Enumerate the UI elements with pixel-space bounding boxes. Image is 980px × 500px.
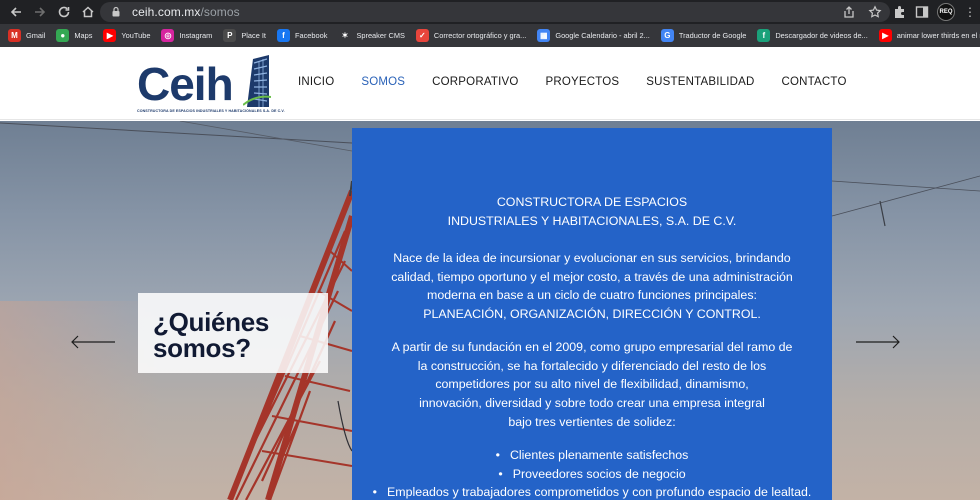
extensions-puzzle-icon[interactable] — [892, 4, 908, 20]
bookmark-item[interactable]: P Place It — [223, 24, 266, 47]
gmail-icon: M — [8, 29, 21, 42]
bookmark-label: Traductor de Google — [678, 31, 747, 40]
paragraph-line: bajo tres vertientes de solidez: — [508, 414, 676, 429]
paragraph-line: competidores por su alto nivel de flexib… — [435, 377, 749, 392]
downloader-icon: f — [757, 29, 771, 42]
side-panel-icon[interactable] — [914, 4, 930, 20]
bookmark-label: Descargador de videos de... — [775, 31, 868, 40]
site-header: Ceih CONSTRUCTORA DE ESPACIOS INDUSTRIAL… — [0, 47, 980, 120]
nav-item-somos[interactable]: SOMOS — [361, 76, 405, 88]
bookmark-item[interactable]: ✶ Spreaker CMS — [338, 24, 405, 47]
nav-item-contacto[interactable]: CONTACTO — [782, 76, 847, 88]
spreaker-icon: ✶ — [338, 29, 352, 42]
list-item: Clientes plenamente satisfechos — [352, 446, 832, 465]
logo-wordmark: Ceih — [137, 58, 234, 110]
home-button[interactable] — [76, 0, 100, 24]
share-icon[interactable] — [842, 5, 856, 19]
slider-next-arrow-icon[interactable] — [855, 335, 901, 349]
paragraph-line: moderna en base a un ciclo de cuatro fun… — [427, 288, 757, 303]
forward-button[interactable] — [28, 0, 52, 24]
maps-icon: ● — [56, 29, 70, 42]
instagram-icon: ◎ — [161, 29, 175, 42]
about-title: CONSTRUCTORA DE ESPACIOS INDUSTRIALES Y … — [447, 195, 737, 228]
placeit-icon: P — [223, 29, 237, 42]
paragraph-line: PLANEACIÓN, ORGANIZACIÓN, DIRECCIÓN Y CO… — [423, 307, 761, 322]
calendar-icon: ▦ — [537, 29, 551, 42]
bookmark-label: Gmail — [26, 31, 46, 40]
bookmark-item[interactable]: ◎ Instagram — [161, 24, 212, 47]
bookmark-item[interactable]: ▦ Google Calendario - abril 2... — [537, 24, 650, 47]
list-item: Empleados y trabajadores comprometidos y… — [352, 483, 832, 500]
nav-item-corporativo[interactable]: CORPORATIVO — [432, 76, 518, 88]
solidity-pillars-list: Clientes plenamente satisfechosProveedor… — [352, 446, 832, 500]
arrow-left-icon — [10, 7, 21, 17]
url-text: ceih.com.mx/somos — [132, 5, 240, 19]
paragraph-line: innovación, diversidad y sobre todo crea… — [419, 396, 765, 411]
bookmark-item[interactable]: M Gmail — [8, 24, 45, 47]
ceih-logo[interactable]: Ceih CONSTRUCTORA DE ESPACIOS INDUSTRIAL… — [137, 55, 285, 115]
building-tower-icon — [243, 55, 271, 107]
bookmark-label: animar lower thirds en el n... — [896, 31, 980, 40]
paragraph-line: A partir de su fundación en el 2009, com… — [391, 340, 793, 354]
bookmarks-bar: M Gmail ● Maps ▶ YouTube ◎ Instagram P Place It f F… — [0, 24, 980, 47]
facebook-icon: f — [276, 29, 290, 42]
back-button[interactable] — [4, 0, 28, 24]
about-panel: CONSTRUCTORA DE ESPACIOS INDUSTRIALES Y … — [352, 128, 832, 500]
lock-icon — [112, 6, 120, 17]
paragraph-line: la construcción, se ha fortalecido y dif… — [417, 358, 767, 373]
bookmark-item[interactable]: ▶ YouTube — [103, 24, 150, 47]
bookmark-item[interactable]: f Descargador de videos de... — [757, 24, 868, 47]
nav-item-inicio[interactable]: INICIO — [298, 76, 334, 88]
home-icon — [82, 6, 94, 18]
main-nav: INICIO SOMOS CORPORATIVO PROYECTOS SUSTENTAB… — [298, 76, 874, 88]
slider-prev-arrow-icon[interactable] — [70, 335, 116, 349]
bookmark-item[interactable]: ▶ animar lower thirds en el n... — [878, 24, 980, 47]
youtube-icon: ▶ — [103, 29, 117, 42]
nav-item-sustentabilidad[interactable]: SUSTENTABILIDAD — [646, 76, 754, 88]
profile-avatar[interactable]: REQ — [937, 3, 955, 21]
list-item: Proveedores socios de negocio — [352, 465, 832, 484]
browser-toolbar: ceih.com.mx/somos REQ ⋮ — [0, 0, 980, 24]
bookmark-label: Facebook — [294, 31, 328, 40]
bookmark-item[interactable]: ✓ Corrector ortográfico y gra... — [415, 24, 527, 47]
bookmark-label: Place It — [241, 31, 266, 40]
browser-menu-icon[interactable]: ⋮ — [964, 4, 976, 20]
bookmark-label: Google Calendario - abril 2... — [555, 31, 650, 40]
bookmark-label: YouTube — [121, 31, 151, 40]
logo-subtitle: CONSTRUCTORA DE ESPACIOS INDUSTRIALES Y … — [137, 109, 285, 113]
corrector-icon: ✓ — [415, 29, 429, 42]
bookmark-item[interactable]: ● Maps — [56, 24, 92, 47]
bookmark-star-icon[interactable] — [868, 5, 882, 19]
bookmark-label: Maps — [74, 31, 93, 40]
who-we-are-heading: ¿Quiénes somos? — [153, 307, 270, 363]
paragraph-line: Nace de la idea de incursionar y evoluci… — [393, 251, 791, 265]
bookmark-item[interactable]: f Facebook — [276, 24, 328, 47]
hero-section: ¿Quiénes somos? CONSTRUCTORA DE ESPACIOS… — [0, 121, 980, 500]
reload-button[interactable] — [52, 0, 76, 24]
reload-icon — [58, 6, 70, 18]
arrow-right-icon — [35, 7, 46, 17]
who-we-are-card: ¿Quiénes somos? — [138, 293, 328, 373]
nav-item-proyectos[interactable]: PROYECTOS — [545, 76, 619, 88]
translate-icon: G — [660, 29, 674, 42]
paragraph-line: calidad, tiempo oportuno y el mejor cost… — [391, 269, 793, 284]
address-bar[interactable]: ceih.com.mx/somos — [100, 2, 890, 22]
youtube-icon: ▶ — [878, 29, 892, 42]
bookmark-item[interactable]: G Traductor de Google — [660, 24, 747, 47]
bookmark-label: Instagram — [179, 31, 213, 40]
about-paragraph-origin: Nace de la idea de incursionar y evoluci… — [352, 249, 832, 324]
about-paragraph-history: A partir de su fundación en el 2009, com… — [352, 338, 832, 432]
bookmark-label: Corrector ortográfico y gra... — [433, 31, 527, 40]
bookmark-label: Spreaker CMS — [356, 31, 405, 40]
